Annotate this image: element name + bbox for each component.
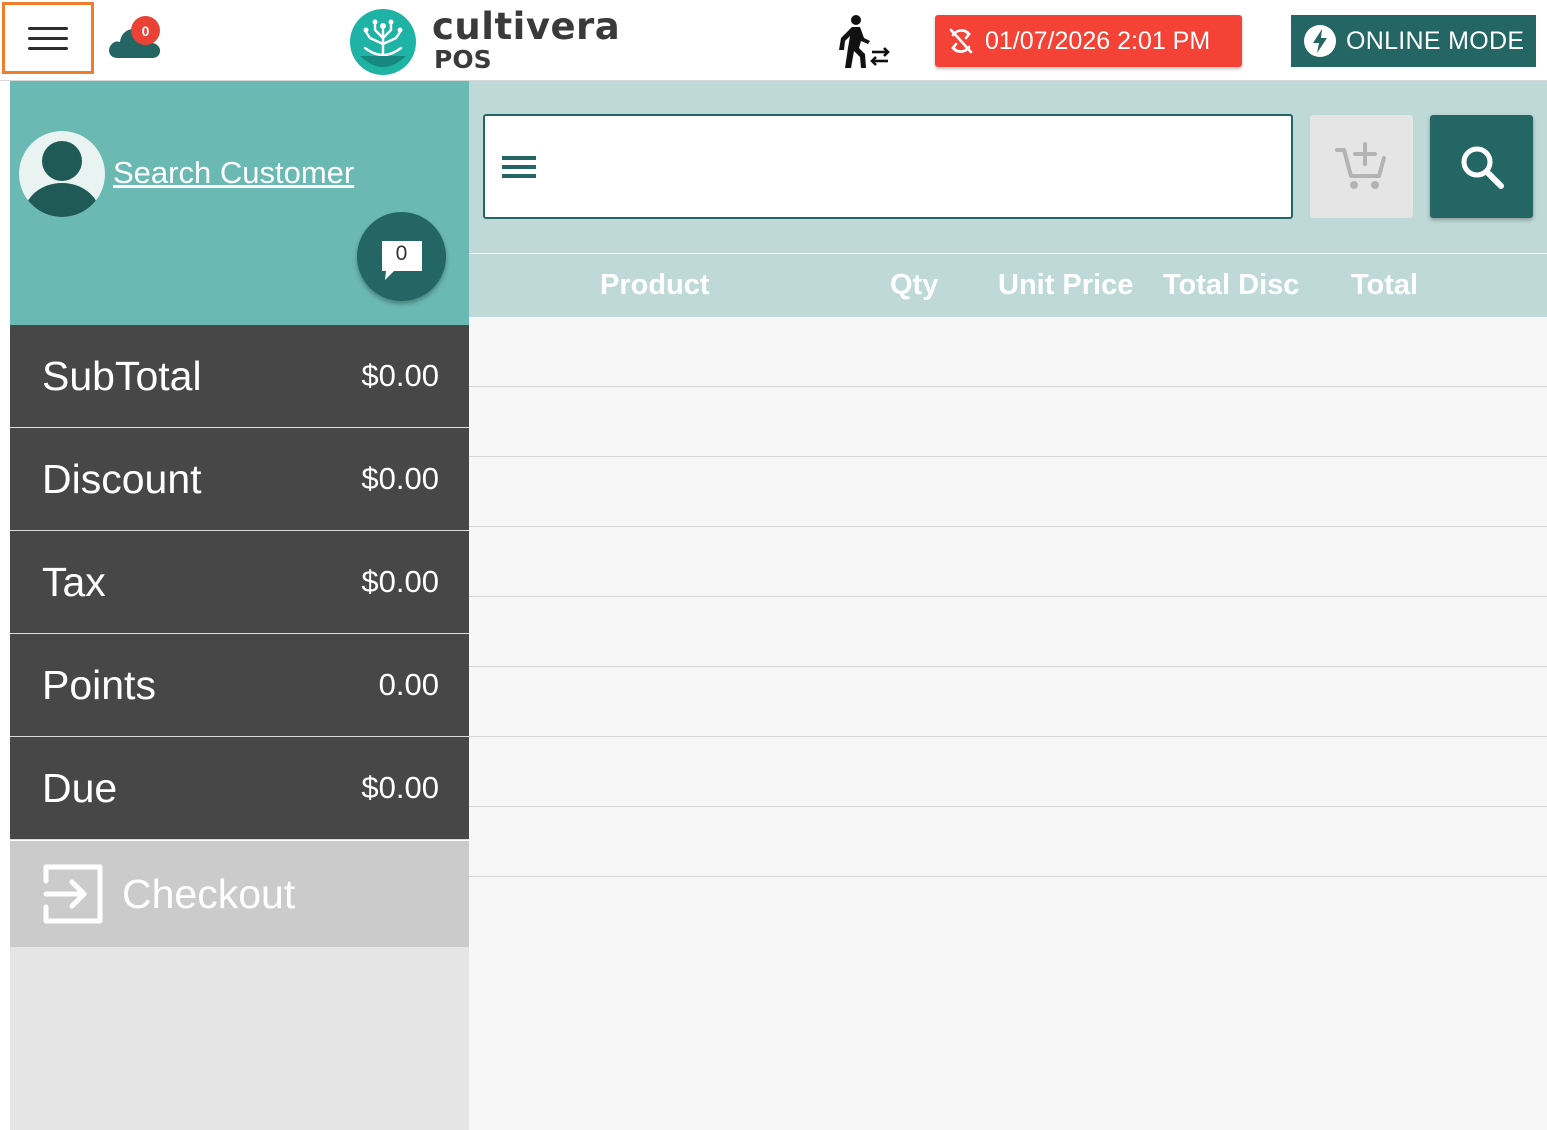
cart-table-body bbox=[469, 317, 1547, 1130]
summary-value: $0.00 bbox=[361, 461, 439, 496]
left-panel-empty-area bbox=[10, 947, 469, 1130]
add-to-cart-button[interactable] bbox=[1310, 115, 1413, 218]
search-button[interactable] bbox=[1430, 115, 1533, 218]
summary-value: 0.00 bbox=[378, 667, 439, 702]
summary-value: $0.00 bbox=[361, 770, 439, 805]
column-header-total-disc: Total Disc bbox=[1163, 269, 1300, 301]
column-header-product: Product bbox=[600, 269, 710, 301]
top-bar: 0 cultivera POS 01/07/2026 2:01 PM ONLIN… bbox=[0, 0, 1547, 81]
column-header-unit-price: Unit Price bbox=[998, 269, 1134, 301]
summary-row-tax: Tax $0.00 bbox=[10, 531, 469, 634]
table-row bbox=[469, 737, 1547, 807]
product-search-field bbox=[483, 114, 1293, 219]
checkout-label: Checkout bbox=[122, 870, 296, 917]
summary-row-due: Due $0.00 bbox=[10, 737, 469, 840]
summary-row-discount[interactable]: Discount $0.00 bbox=[10, 428, 469, 531]
column-header-total: Total bbox=[1351, 269, 1419, 301]
notes-button[interactable]: 0 bbox=[357, 212, 446, 301]
user-avatar-icon[interactable] bbox=[19, 131, 105, 217]
summary-label: SubTotal bbox=[42, 352, 202, 399]
search-icon bbox=[1461, 146, 1504, 189]
brand: cultivera POS bbox=[432, 8, 620, 74]
sync-disabled-icon bbox=[949, 28, 973, 54]
exit-arrow-icon bbox=[43, 864, 103, 924]
walk-in-customer-icon[interactable] bbox=[834, 14, 892, 70]
sync-datetime-label: 01/07/2026 2:01 PM bbox=[985, 26, 1211, 55]
table-row bbox=[469, 527, 1547, 597]
summary-value: $0.00 bbox=[361, 358, 439, 393]
customer-panel: Search Customer 0 bbox=[10, 81, 469, 325]
column-header-qty: Qty bbox=[890, 269, 939, 301]
sync-datetime-button[interactable]: 01/07/2026 2:01 PM bbox=[935, 15, 1242, 67]
hamburger-menu-button[interactable] bbox=[2, 2, 94, 74]
summary-label: Discount bbox=[42, 455, 202, 502]
search-customer-link[interactable]: Search Customer bbox=[113, 155, 354, 191]
search-options-menu-icon[interactable] bbox=[502, 151, 536, 183]
table-row bbox=[469, 317, 1547, 387]
checkout-button[interactable]: Checkout bbox=[10, 841, 469, 947]
hamburger-menu-icon bbox=[28, 20, 68, 57]
online-mode-label: ONLINE MODE bbox=[1346, 26, 1525, 55]
summary-row-subtotal: SubTotal $0.00 bbox=[10, 325, 469, 428]
cart-table-header: Product Qty Unit Price Total Disc Total bbox=[469, 254, 1547, 317]
notes-count: 0 bbox=[395, 241, 408, 265]
brand-name: cultivera bbox=[432, 5, 621, 48]
product-search-bar bbox=[469, 81, 1547, 253]
table-row bbox=[469, 597, 1547, 667]
table-row bbox=[469, 457, 1547, 527]
table-row bbox=[469, 387, 1547, 457]
lightning-bolt-icon bbox=[1304, 25, 1336, 57]
cultivera-logo-icon bbox=[350, 9, 416, 75]
add-to-cart-icon bbox=[1334, 141, 1386, 189]
table-row bbox=[469, 807, 1547, 877]
summary-label: Tax bbox=[42, 558, 106, 605]
online-mode-button[interactable]: ONLINE MODE bbox=[1291, 15, 1536, 67]
summary-row-points: Points 0.00 bbox=[10, 634, 469, 737]
order-summary: SubTotal $0.00 Discount $0.00 Tax $0.00 … bbox=[10, 325, 469, 840]
product-search-input[interactable] bbox=[548, 116, 1291, 217]
table-row bbox=[469, 667, 1547, 737]
summary-label: Due bbox=[42, 764, 118, 811]
summary-label: Points bbox=[42, 661, 156, 708]
summary-value: $0.00 bbox=[361, 564, 439, 599]
cloud-badge: 0 bbox=[131, 16, 160, 45]
brand-sub: POS bbox=[434, 45, 492, 74]
